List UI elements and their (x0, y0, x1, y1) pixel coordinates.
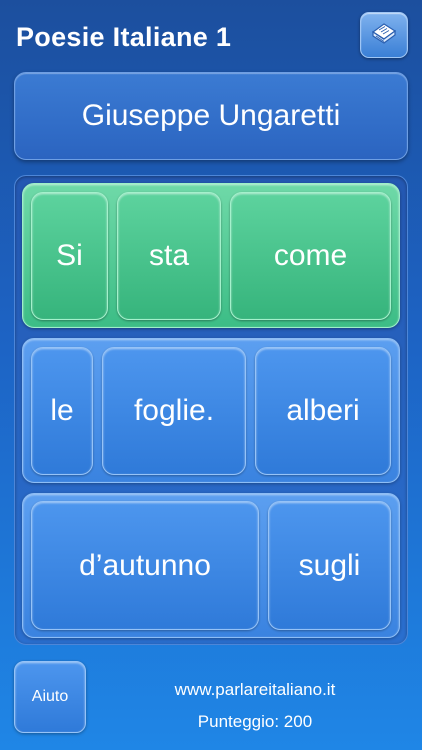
book-icon (369, 18, 399, 53)
score-label: Punteggio: 200 (197, 712, 313, 731)
word-tile[interactable]: Si (31, 192, 108, 320)
word-tile[interactable]: come (230, 192, 391, 320)
author-name: Giuseppe Ungaretti (81, 99, 341, 132)
word-tile[interactable]: alberi (255, 347, 391, 475)
word-tile[interactable]: sugli (268, 501, 391, 630)
book-menu-button[interactable] (360, 12, 408, 58)
word-tile[interactable]: sta (117, 192, 221, 320)
website-link[interactable]: www.parlareitaliano.it (150, 680, 360, 700)
word-tile[interactable]: d’autunno (31, 501, 259, 630)
author-panel: Giuseppe Ungaretti (14, 72, 408, 160)
app-title: Poesie Italiane 1 (16, 22, 232, 52)
word-tile[interactable]: foglie. (102, 347, 246, 475)
help-button[interactable]: Aiuto (14, 661, 86, 733)
word-tile[interactable]: le (31, 347, 93, 475)
